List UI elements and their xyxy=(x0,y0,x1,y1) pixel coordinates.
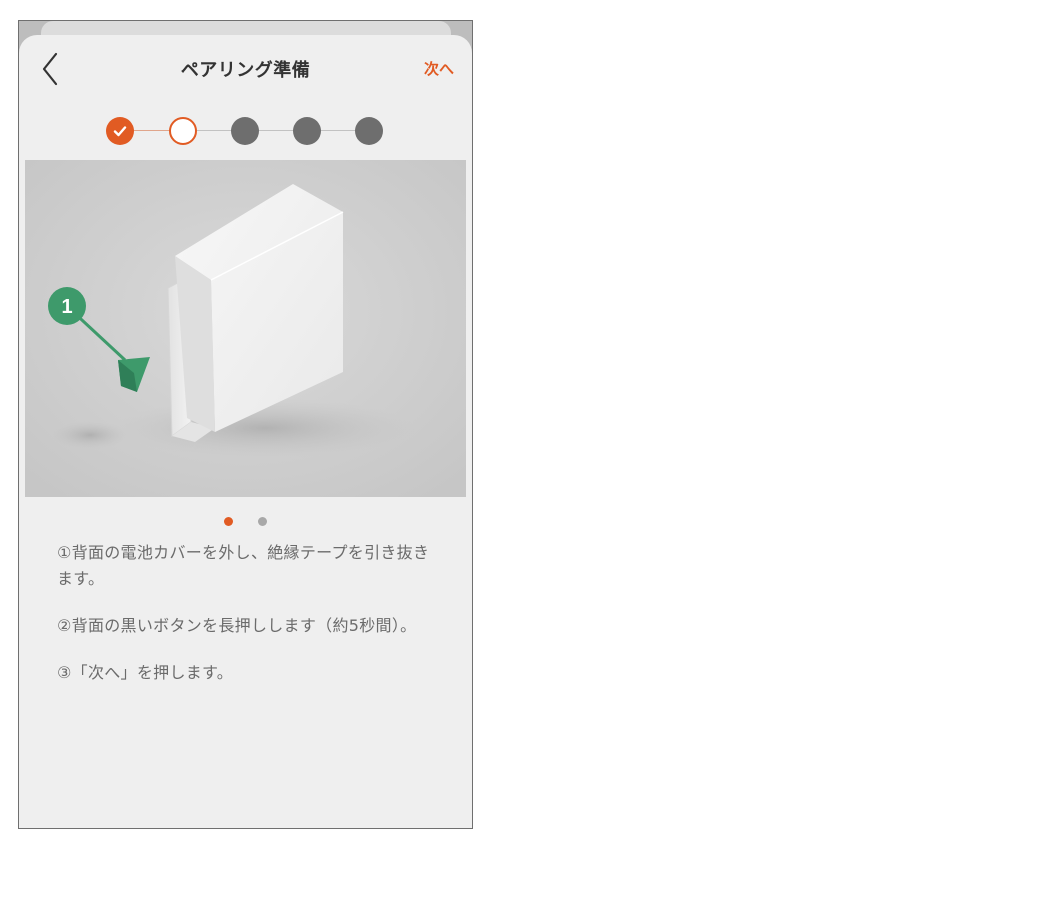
instruction-step-2: ②背面の黒いボタンを長押しします（約5秒間）。 xyxy=(57,616,417,635)
step-3 xyxy=(231,117,259,145)
step-4 xyxy=(293,117,321,145)
step-connector xyxy=(320,130,356,131)
carousel-dot-active[interactable] xyxy=(223,517,233,526)
next-button[interactable]: 次へ xyxy=(424,58,454,79)
instructions: ①背面の電池カバーを外し、絶縁テープを引き抜きます。 ②背面の黒いボタンを長押し… xyxy=(57,540,442,707)
step-connector xyxy=(258,130,294,131)
step-connector xyxy=(196,130,232,131)
step-1-complete xyxy=(106,117,134,145)
device-illustration[interactable]: 1 xyxy=(25,160,466,497)
callout-number: 1 xyxy=(61,296,72,318)
instruction-step-1: ①背面の電池カバーを外し、絶縁テープを引き抜きます。 xyxy=(57,543,430,588)
progress-stepper xyxy=(106,115,386,147)
step-connector xyxy=(132,130,170,131)
carousel-indicator xyxy=(19,511,472,526)
pairing-sheet: ペアリング準備 次へ 1 ①背面の電池カバーを外し、絶縁テープを引き抜きます。 … xyxy=(19,35,472,828)
header: ペアリング準備 次へ xyxy=(19,35,472,95)
sensor-device-image: 1 xyxy=(25,160,466,497)
phone-screen: ペアリング準備 次へ 1 ①背面の電池カバーを外し、絶縁テープを引き抜きます。 … xyxy=(18,20,473,829)
step-2-current xyxy=(169,117,197,145)
checkmark-icon xyxy=(113,126,127,137)
instruction-step-3: ③「次へ」を押します。 xyxy=(57,663,234,682)
page-title: ペアリング準備 xyxy=(180,60,311,81)
step-5 xyxy=(355,117,383,145)
carousel-dot[interactable] xyxy=(258,517,268,526)
